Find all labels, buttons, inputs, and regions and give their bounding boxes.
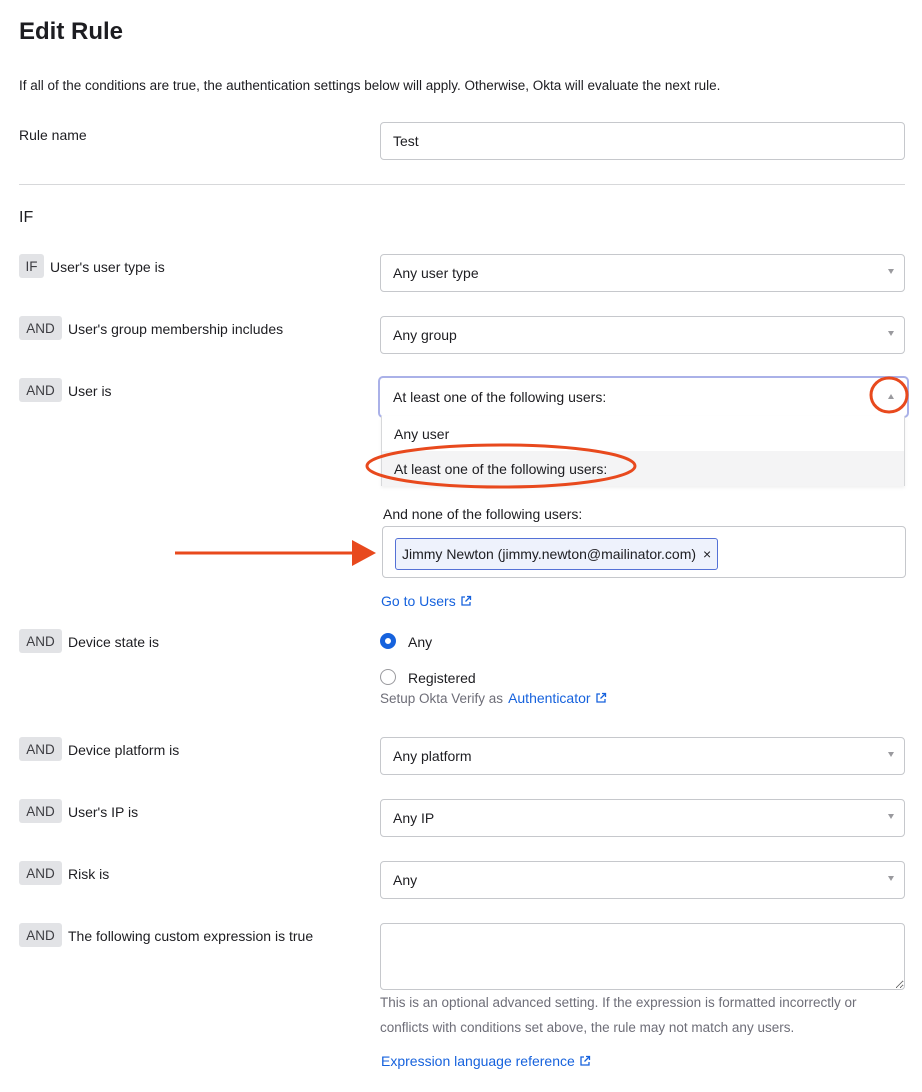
user-ip-value: Any IP [393,810,435,826]
user-ip-label: User's IP is [68,804,139,820]
expression-reference-label: Expression language reference [381,1053,575,1069]
go-to-users-label: Go to Users [381,593,456,609]
radio-registered-label: Registered [408,670,476,686]
device-platform-value: Any platform [393,748,472,764]
annotation-arrow-head [352,540,376,566]
chevron-down-icon [888,814,894,819]
go-to-users-link[interactable]: Go to Users [381,593,472,609]
external-link-icon [461,595,471,606]
excluded-users-input[interactable]: Jimmy Newton (jimmy.newton@mailinator.co… [382,526,906,578]
chevron-down-icon [888,876,894,881]
condition-badge-and: AND [19,861,62,885]
authenticator-link[interactable]: Authenticator [508,690,607,706]
expression-reference-link[interactable]: Expression language reference [381,1053,591,1069]
user-ip-select[interactable]: Any IP [380,799,905,837]
custom-expression-helper-line-1: This is an optional advanced setting. If… [380,995,857,1010]
condition-badge-and: AND [19,923,62,947]
device-state-label: Device state is [68,634,160,650]
custom-expression-label: The following custom expression is true [68,928,314,944]
annotation-circle-option [365,443,637,489]
risk-select[interactable]: Any [380,861,905,899]
annotation-circle-caret [869,376,909,414]
exclude-users-label: And none of the following users: [383,506,583,522]
external-link-icon [595,692,606,703]
custom-expression-textarea[interactable] [380,923,905,990]
device-state-helper: Setup Okta Verify as Authenticator [380,690,607,706]
authenticator-link-label: Authenticator [508,690,591,706]
radio-registered[interactable] [380,669,396,685]
radio-any-label: Any [408,634,433,650]
device-platform-select[interactable]: Any platform [380,737,905,775]
device-platform-label: Device platform is [68,742,180,758]
helper-prefix: Setup Okta Verify as [380,690,504,706]
condition-badge-and: AND [19,629,62,653]
chevron-down-icon [888,752,894,757]
radio-any[interactable] [380,633,396,649]
custom-expression-helper-line-2: conflicts with conditions set above, the… [380,1020,795,1035]
external-link-icon [580,1055,590,1066]
condition-badge-and: AND [19,737,62,761]
condition-badge-and: AND [19,799,62,823]
risk-label: Risk is [68,866,110,882]
user-tag-label: Jimmy Newton (jimmy.newton@mailinator.co… [402,546,697,562]
close-icon[interactable]: × [703,546,711,562]
risk-value: Any [393,872,418,888]
user-tag: Jimmy Newton (jimmy.newton@mailinator.co… [395,538,719,570]
